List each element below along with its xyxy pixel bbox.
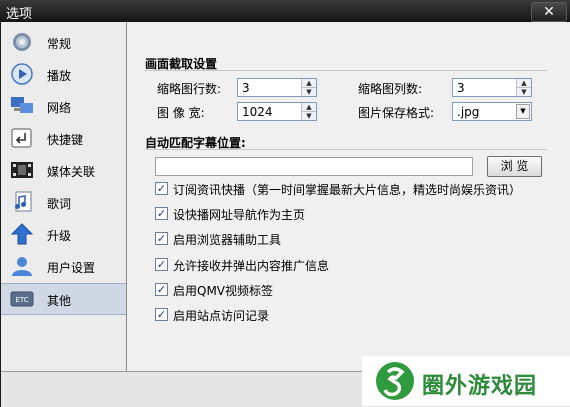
sidebar-item-lyrics[interactable]: 歌词 [1,187,126,217]
checkbox[interactable]: ✓ [155,258,168,271]
browse-button[interactable]: 浏 览 [487,156,542,177]
sidebar-item-label: 播放 [47,69,72,83]
sidebar-item-shortcuts[interactable]: 快捷键 [1,123,126,153]
image-width-value: 1024 [242,105,273,119]
close-button[interactable]: ✕ [531,2,567,22]
thumb-rows-spinner[interactable]: 3 ▲ ▼ [237,78,317,97]
image-width-spinner[interactable]: 1024 ▲ ▼ [237,102,317,121]
chevron-down-icon[interactable]: ▼ [516,104,530,119]
sidebar-item-label: 用户设置 [47,261,96,275]
sidebar-item-upgrade[interactable]: 升级 [1,219,126,249]
play-icon [11,63,33,85]
section-divider [145,70,547,71]
watermark-text: 圈外游戏园 [422,374,538,399]
window-title: 选项 [6,7,33,22]
image-format-value: .jpg [457,105,480,119]
svg-text:ETC: ETC [15,296,28,304]
checkbox[interactable]: ✓ [155,182,168,195]
network-icon [11,97,33,113]
sidebar-item-label: 歌词 [47,197,72,211]
option-label: 设快播网址导航作为主页 [173,208,306,222]
checkbox[interactable]: ✓ [155,232,168,245]
option-label: 订阅资讯快播（第一时间掌握最新大片信息，精选时尚娱乐资讯） [173,183,522,197]
title-bar: 选项 ✕ [0,0,570,22]
image-format-label: 图片保存格式: [358,106,435,120]
sidebar-item-playback[interactable]: 播放 [1,59,126,89]
thumb-cols-value: 3 [457,81,465,95]
sidebar-item-label: 常规 [47,37,72,51]
sidebar-item-label: 快捷键 [47,133,84,147]
sidebar-item-general[interactable]: 常规 [1,27,126,57]
sidebar-item-label: 其他 [47,294,72,308]
section-divider [145,149,547,150]
image-width-label: 图 像 宽: [157,106,205,120]
spin-down-icon[interactable]: ▼ [302,88,316,96]
sidebar-item-label: 升级 [47,229,72,243]
checkbox[interactable]: ✓ [155,207,168,220]
thumb-cols-spinner[interactable]: 3 ▲ ▼ [452,78,532,97]
shortcut-key-icon [11,128,32,148]
thumb-cols-label: 缩略图列数: [358,82,423,96]
lyrics-icon [15,191,32,212]
sidebar-item-label: 媒体关联 [47,165,96,179]
option-label: 启用站点访问记录 [173,309,270,323]
etc-icon: ETC [10,291,34,307]
sidebar-item-label: 网络 [47,101,72,115]
option-label: 启用浏览器辅助工具 [173,233,282,247]
checkbox[interactable]: ✓ [155,283,168,296]
upgrade-arrow-icon [10,223,34,245]
watermark-logo-icon [376,362,414,400]
option-label: 启用QMV视频标签 [173,284,274,298]
media-association-icon [11,162,33,178]
sidebar-item-other[interactable]: ETC 其他 [1,283,126,315]
spin-down-icon[interactable]: ▼ [302,112,316,120]
user-icon [12,257,32,276]
sidebar-item-media-association[interactable]: 媒体关联 [1,155,126,185]
spin-up-icon[interactable]: ▲ [517,79,531,88]
gear-icon [13,33,31,51]
subtitle-path-input[interactable] [155,157,473,176]
checkbox[interactable]: ✓ [155,308,168,321]
spin-up-icon[interactable]: ▲ [302,79,316,88]
sidebar-item-user-settings[interactable]: 用户设置 [1,251,126,281]
options-panel: 画面截取设置 缩略图行数: 3 ▲ ▼ 缩略图列数: 3 ▲ ▼ 图 像 宽: 10… [127,22,570,371]
thumb-rows-value: 3 [242,81,250,95]
watermark: 圈外游戏园 [362,356,570,406]
sidebar-item-network[interactable]: 网络 [1,91,126,121]
spin-up-icon[interactable]: ▲ [302,103,316,112]
sidebar: 常规 播放 网络 快捷键 媒体关联 歌词 升级 用户设置 ETC 其他 [1,22,127,371]
thumb-rows-label: 缩略图行数: [157,82,222,96]
spin-down-icon[interactable]: ▼ [517,88,531,96]
option-label: 允许接收并弹出内容推广信息 [173,259,330,273]
image-format-select[interactable]: .jpg ▼ [452,102,532,121]
